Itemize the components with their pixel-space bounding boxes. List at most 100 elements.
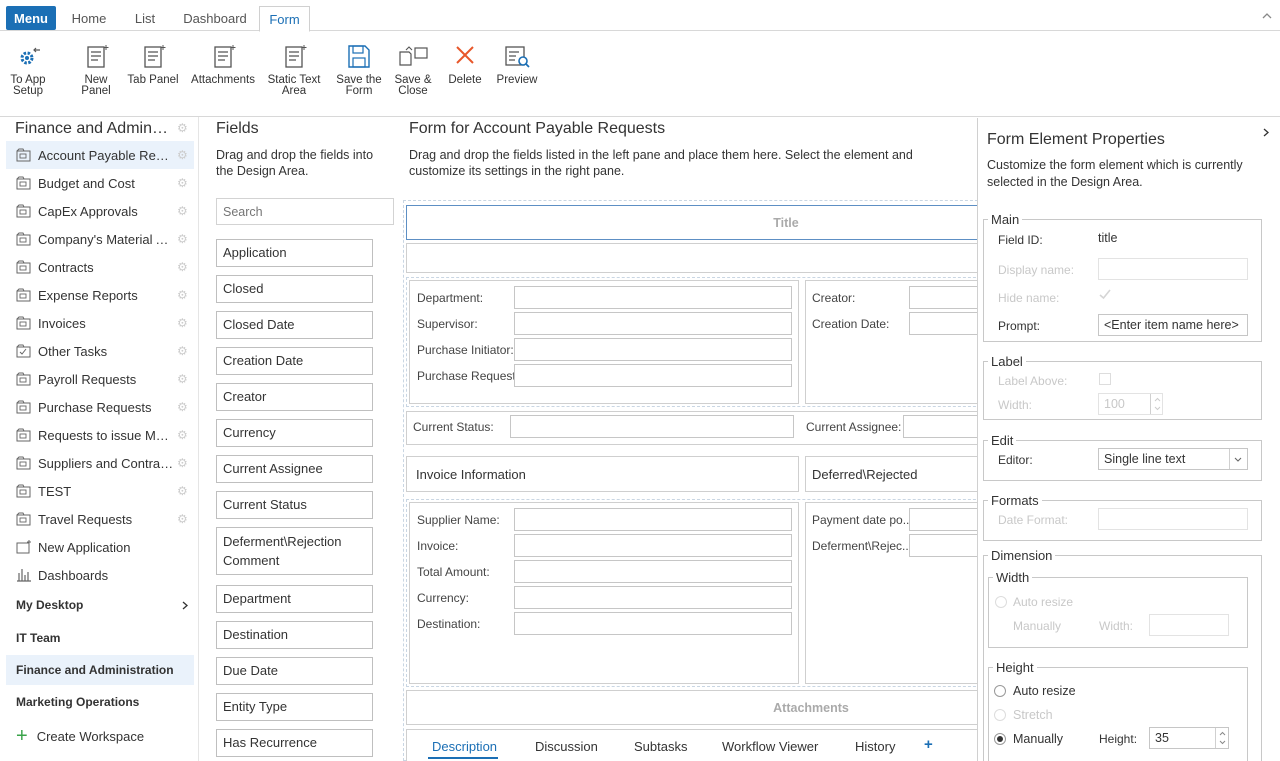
nav-app-item[interactable]: Suppliers and Contractors ⚙ (6, 449, 194, 477)
gear-icon[interactable]: ⚙ (177, 429, 188, 441)
tab-home[interactable]: Home (62, 6, 116, 31)
attachments-button[interactable]: Attachments (190, 43, 256, 86)
field-item[interactable]: Has Recurrence (216, 729, 373, 757)
display-name-input[interactable] (1098, 258, 1248, 280)
form-field-input[interactable] (514, 508, 792, 531)
gear-icon[interactable]: ⚙ (177, 289, 188, 301)
dashboards-link[interactable]: Dashboards (6, 561, 194, 589)
gear-icon[interactable]: ⚙ (177, 149, 188, 161)
workspace-my-desktop[interactable]: My Desktop (6, 590, 194, 620)
field-item[interactable]: Current Assignee (216, 455, 373, 483)
nav-app-item[interactable]: TEST ⚙ (6, 477, 194, 505)
gear-icon[interactable]: ⚙ (177, 485, 188, 497)
nav-app-item[interactable]: CapEx Approvals ⚙ (6, 197, 194, 225)
field-item[interactable]: Department (216, 585, 373, 613)
form-field-input[interactable] (514, 364, 792, 387)
workspace-it-team[interactable]: IT Team (6, 623, 194, 653)
to-app-setup-button[interactable]: To App Setup (6, 43, 50, 97)
field-item[interactable]: Closed Date (216, 311, 373, 339)
gear-icon[interactable]: ⚙ (177, 513, 188, 525)
field-item[interactable]: Deferment\Rejection Comment (216, 527, 373, 575)
nav-app-item[interactable]: Requests to issue Materials⚙ (6, 421, 194, 449)
fields-search-input[interactable] (216, 198, 394, 225)
gear-icon[interactable]: ⚙ (177, 401, 188, 413)
nav-app-item[interactable]: Expense Reports ⚙ (6, 281, 194, 309)
width-input[interactable] (1149, 614, 1229, 636)
gear-icon[interactable]: ⚙ (177, 373, 188, 385)
save-the-form-button[interactable]: Save the Form (334, 43, 384, 97)
save-close-button[interactable]: Save & Close (392, 43, 434, 97)
delete-button[interactable]: Delete (444, 43, 486, 86)
form-tab-subtasks[interactable]: Subtasks (634, 739, 687, 754)
form-field-input[interactable] (514, 534, 792, 557)
nav-app-item[interactable]: Budget and Cost ⚙ (6, 169, 194, 197)
gear-icon[interactable]: ⚙ (177, 233, 188, 245)
workspace-marketing[interactable]: Marketing Operations (6, 687, 194, 717)
new-application-link[interactable]: New Application (6, 533, 194, 561)
gear-icon[interactable]: ⚙ (177, 345, 188, 357)
form-tab-discussion[interactable]: Discussion (535, 739, 598, 754)
form-tab-history[interactable]: History (855, 739, 895, 754)
add-tab-button[interactable]: + (924, 736, 933, 753)
editor-select[interactable]: Single line text (1098, 448, 1248, 470)
current-status-input[interactable] (510, 415, 794, 438)
height-stretch-radio[interactable] (994, 709, 1006, 721)
form-field-input[interactable] (514, 312, 792, 335)
form-field-input[interactable] (909, 312, 978, 335)
prompt-input[interactable]: <Enter item name here> (1098, 314, 1248, 336)
form-field-input[interactable] (514, 560, 792, 583)
form-field-input[interactable] (514, 338, 792, 361)
height-auto-resize-radio[interactable] (994, 685, 1006, 697)
checkmark-icon[interactable] (1099, 289, 1111, 300)
field-item[interactable]: Currency (216, 419, 373, 447)
height-manually-radio[interactable] (994, 733, 1006, 745)
form-field-input[interactable] (514, 286, 792, 309)
form-field-input[interactable] (909, 286, 978, 309)
width-auto-resize-radio[interactable] (995, 596, 1007, 608)
label-width-spinner[interactable] (1150, 394, 1163, 414)
field-item[interactable]: Creator (216, 383, 373, 411)
nav-app-item[interactable]: Other Tasks ⚙ (6, 337, 194, 365)
create-workspace-link[interactable]: + Create Workspace (6, 721, 194, 751)
tab-list[interactable]: List (124, 6, 166, 31)
nav-app-item[interactable]: Payroll Requests ⚙ (6, 365, 194, 393)
chevron-right-icon[interactable] (1263, 128, 1269, 137)
date-format-select[interactable] (1098, 508, 1248, 530)
workspace-finance[interactable]: Finance and Administration (6, 655, 194, 685)
tab-panel-button[interactable]: Tab Panel (126, 43, 180, 86)
label-above-checkbox[interactable] (1099, 373, 1111, 385)
field-item[interactable]: Closed (216, 275, 373, 303)
form-field-input[interactable] (909, 534, 978, 557)
nav-app-item[interactable]: Invoices ⚙ (6, 309, 194, 337)
tab-dashboard[interactable]: Dashboard (174, 6, 256, 31)
chevron-up-icon[interactable] (1262, 12, 1272, 20)
form-tab-description[interactable]: Description (432, 739, 497, 754)
nav-app-item[interactable]: Contracts ⚙ (6, 253, 194, 281)
invoice-information-header[interactable]: Invoice Information (406, 456, 799, 492)
title-element[interactable]: Title (406, 205, 978, 240)
editor-dropdown-toggle[interactable] (1229, 449, 1242, 469)
menu-button[interactable]: Menu (6, 6, 56, 30)
gear-icon[interactable]: ⚙ (177, 457, 188, 469)
preview-button[interactable]: Preview (494, 43, 540, 86)
deferred-rejected-header[interactable]: Deferred\Rejected (805, 456, 978, 492)
nav-app-item[interactable]: Account Payable Requests⚙ (6, 141, 194, 169)
new-panel-button[interactable]: New Panel (76, 43, 116, 97)
gear-icon[interactable]: ⚙ (177, 317, 188, 329)
height-spinner[interactable] (1215, 728, 1228, 748)
field-item[interactable]: Creation Date (216, 347, 373, 375)
field-item[interactable]: Due Date (216, 657, 373, 685)
field-item[interactable]: Destination (216, 621, 373, 649)
form-field-input[interactable] (909, 508, 978, 531)
gear-icon[interactable]: ⚙ (177, 122, 188, 134)
field-item[interactable]: Current Status (216, 491, 373, 519)
field-item[interactable]: Application (216, 239, 373, 267)
nav-app-item[interactable]: Travel Requests ⚙ (6, 505, 194, 533)
nav-app-item[interactable]: Purchase Requests ⚙ (6, 393, 194, 421)
field-item[interactable]: Entity Type (216, 693, 373, 721)
attachments-element[interactable]: Attachments (406, 690, 978, 725)
tab-form[interactable]: Form (259, 6, 310, 32)
form-field-input[interactable] (514, 586, 792, 609)
gear-icon[interactable]: ⚙ (177, 261, 188, 273)
gear-icon[interactable]: ⚙ (177, 205, 188, 217)
